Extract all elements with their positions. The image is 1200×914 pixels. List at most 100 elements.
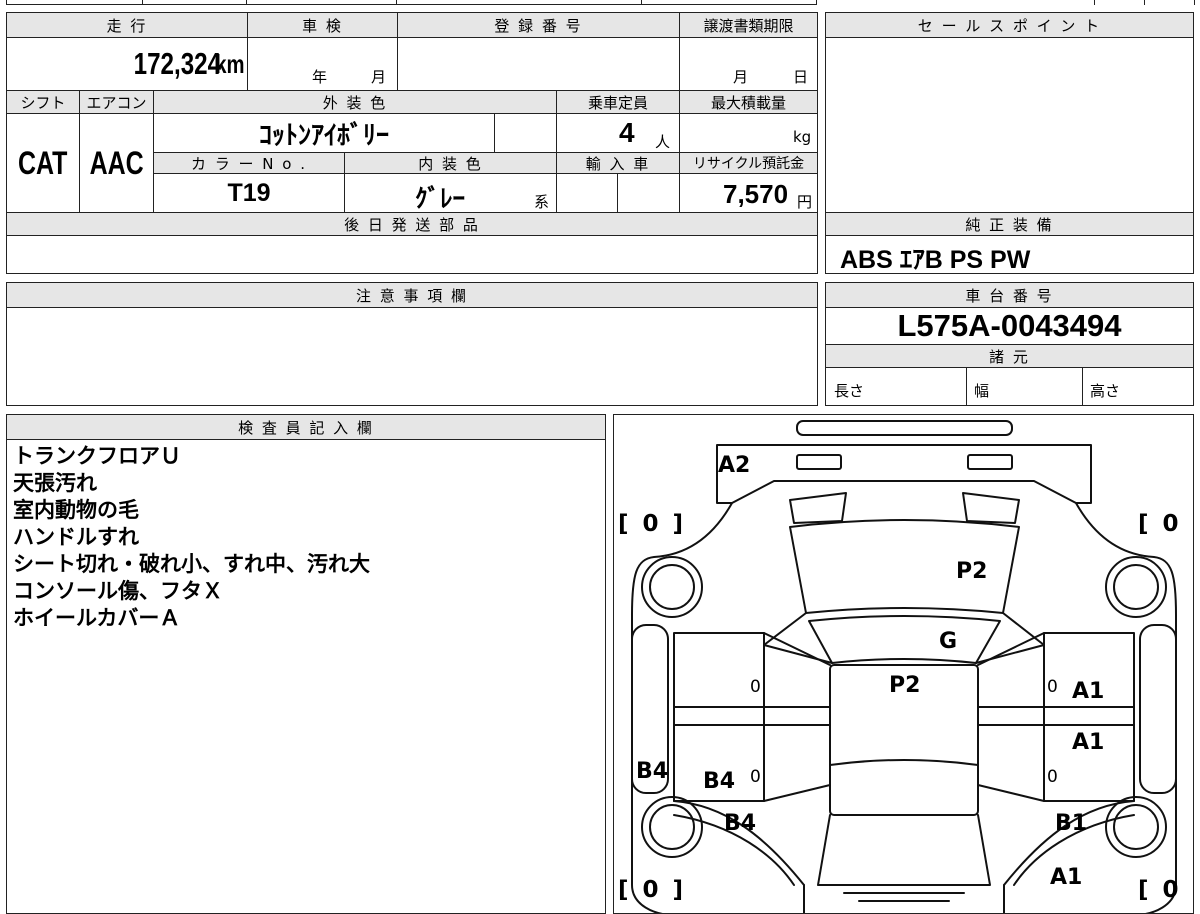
exterior-color-header: 外 装 色 [154,91,556,113]
recycle-value: 7,570 [723,179,789,209]
inspector-note-4: ハンドルすれ [13,525,139,549]
color-no-cell: T19 [154,174,344,212]
interior-color-header: 内 装 色 [345,153,556,173]
sales-point-box: セ ー ル ス ポ イ ン ト 純 正 装 備 ABS ｴｱB PS PW [825,12,1194,274]
damage-right-rear-corner: A1 [1050,865,1083,890]
equipment-header: 純 正 装 備 [826,213,1193,235]
tire-front-left-bracket: [ 0 ] [618,511,687,537]
transfer-deadline-header: 譲渡書類期限 [680,13,817,37]
wheel-front-right-inner [1113,564,1159,610]
right-sill [1139,624,1177,794]
inspector-note-7: ホイールカバーＡ [13,606,181,630]
windshield [808,615,1001,664]
shift-header: シフト [7,91,79,113]
wheel-rear-right-inner [1113,804,1159,850]
chassis-value-cell: L575A-0043494 [826,308,1193,344]
color-no-value: T19 [227,178,271,207]
damage-hood: P2 [956,559,988,584]
recycle-header: リサイクル預託金 [680,153,817,173]
left-rear-door-zero: 0 [750,767,761,787]
aircon-value: AAC [89,144,144,181]
inspector-note-6: コンソール傷、フタＸ [13,579,223,603]
length-label: 長さ [834,382,865,400]
exterior-color-cell: ｺｯﾄﾝｱｲﾎﾞﾘｰ [154,114,494,152]
interior-color-suffix: 系 [534,193,550,211]
headlight-right [967,454,1013,470]
damage-left-rear-door: B4 [703,769,736,794]
left-front-door-zero: 0 [750,677,761,697]
damage-right-rear-fender: B1 [1055,811,1088,836]
notes-header: 注 意 事 項 欄 [7,283,817,307]
capacity-unit: 人 [655,133,671,151]
left-door-line [763,632,831,802]
mileage-unit: km [215,48,245,79]
import-header: 輸 入 車 [557,153,679,173]
right-rear-door-zero: 0 [1047,767,1058,787]
damage-left-rear-fender: B4 [724,811,757,836]
right-front-door-zero: 0 [1047,677,1058,697]
chassis-value: L575A-0043494 [897,308,1122,343]
inspection-month: 月 [371,68,387,86]
inspector-box: 検 査 員 記 入 欄 トランクフロアＵ 天張汚れ 室内動物の毛 ハンドルすれ … [6,414,606,914]
specs-header: 諸 元 [826,345,1193,367]
mileage-value: 172,324 [134,46,222,81]
color-no-header: カ ラ ー N o . [154,153,344,173]
grille-right [962,492,1020,524]
width-label: 幅 [974,382,990,400]
aircon-header: エアコン [80,91,153,113]
inspector-note-1: トランクフロアＵ [13,444,181,468]
height-label: 高さ [1090,382,1121,400]
interior-color-value: ｸﾞﾚｰ [415,185,466,213]
damage-front-bumper: A2 [718,453,751,478]
aircon-value-cell: AAC [80,114,153,212]
exterior-color-value: ｺｯﾄﾝｱｲﾎﾞﾘｰ [258,119,389,150]
max-load-unit: kg [793,128,812,146]
damage-right-rear-door: A1 [1072,730,1105,755]
chassis-header: 車 台 番 号 [826,283,1193,307]
recycle-unit: 円 [797,193,813,211]
inspector-note-2: 天張汚れ [13,471,97,495]
capacity-header: 乗車定員 [557,91,679,113]
inspection-header: 車 検 [248,13,397,37]
inspector-notes-list: トランクフロアＵ 天張汚れ 室内動物の毛 ハンドルすれ シート切れ・破れ小、すれ… [13,443,603,632]
mileage-value-cell: 172,324 km [7,38,247,90]
shift-value: CAT [18,144,68,181]
damage-right-front-door: A1 [1072,679,1105,704]
sales-point-header: セ ー ル ス ポ イ ン ト [826,13,1193,37]
mileage-header: 走 行 [7,13,247,37]
tire-rear-left-bracket: [ 0 ] [618,877,687,903]
rear-hatch [817,814,991,886]
inspector-note-5: シート切れ・破れ小、すれ中、汚れ大 [13,552,370,576]
registration-header: 登 録 番 号 [398,13,679,37]
wheel-rear-left-inner [649,804,695,850]
capacity-value: 4 [619,117,635,148]
transfer-day: 日 [793,68,809,86]
car-diagram-box: [ 0 ] [ 0 ] [ 0 ] [ 0 ] 0 0 0 0 A2 P2 G … [613,414,1194,914]
notes-box: 注 意 事 項 欄 [6,282,818,406]
vehicle-info-table: 走 行 車 検 登 録 番 号 譲渡書類期限 172,324 km 年 月 月 … [6,12,818,274]
tire-front-right-bracket: [ 0 ] [1138,511,1193,537]
later-parts-header: 後 日 発 送 部 品 [7,213,817,235]
right-door-line [977,632,1045,802]
damage-windshield: G [939,629,958,654]
inspector-note-3: 室内動物の毛 [13,498,139,522]
wheel-front-left-inner [649,564,695,610]
rear-window [829,759,979,766]
max-load-header: 最大積載量 [680,91,817,113]
inspection-year: 年 [312,68,328,86]
later-parts-value [7,236,817,273]
transfer-month: 月 [733,68,749,86]
front-bumper [716,444,1092,504]
grille-left [789,492,847,524]
damage-roof: P2 [889,673,921,698]
equipment-value: ABS ｴｱB PS PW [840,246,1031,274]
top-strip [6,0,1196,6]
body-outline [631,502,1177,913]
car-diagram [631,420,1177,913]
shift-value-cell: CAT [7,114,79,212]
inspector-header: 検 査 員 記 入 欄 [7,415,605,439]
damage-left-sill: B4 [636,759,669,784]
headlight-left [796,454,842,470]
tire-rear-right-bracket: [ 0 ] [1138,877,1193,903]
front-bumper-strip [796,420,1013,436]
